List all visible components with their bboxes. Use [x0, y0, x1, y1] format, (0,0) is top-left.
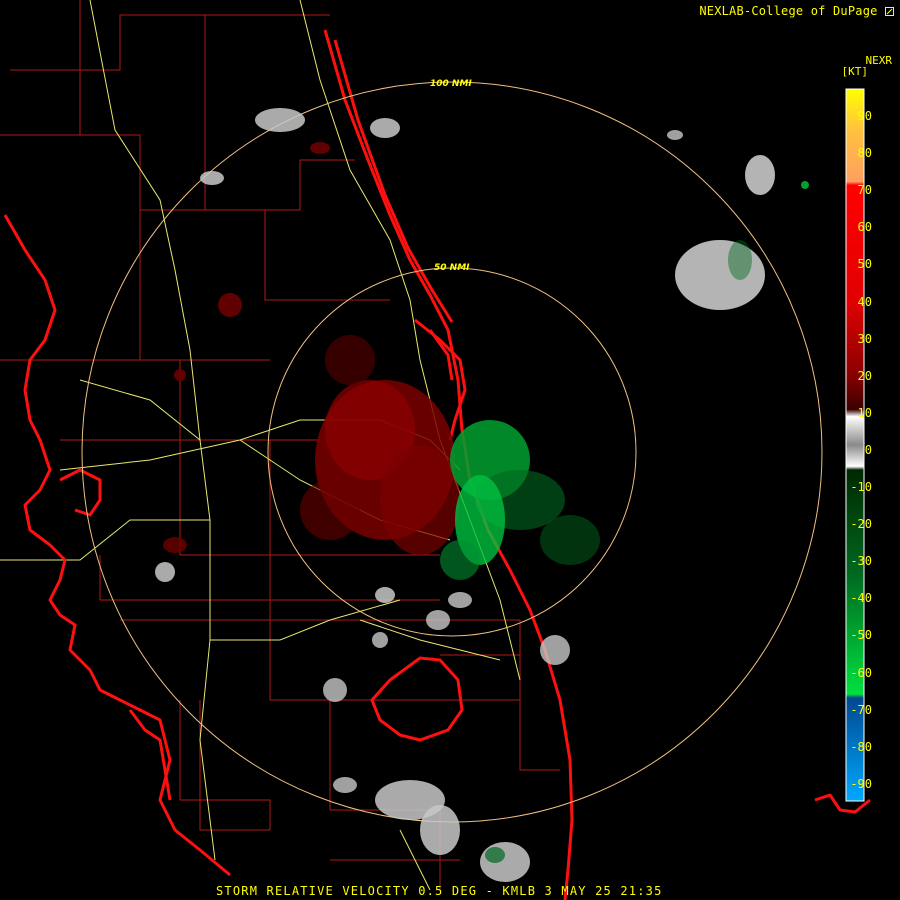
colorbar-tick-label: 60: [857, 220, 872, 235]
ring-label-100: 100 NMI: [430, 79, 472, 89]
colorbar-tick-label: 90: [857, 109, 872, 123]
colorbar-ticks: 90 80 70 60 50 40 30 20 10 0 -10 -20 -30 -40 -50 -60 -70…: [842, 0, 872, 900]
ring-label-50: 50 NMI: [434, 263, 470, 273]
colorbar-tick-label: -90: [850, 776, 872, 791]
colorbar-tick-label: -40: [850, 591, 872, 606]
colorbar-tick-label: 40: [857, 294, 872, 309]
colorbar-tick-label: -80: [850, 739, 872, 754]
colorbar-tick-label: 30: [857, 331, 872, 346]
colorbar-tick-label: 70: [857, 183, 872, 198]
colorbar-tick-label: -20: [850, 517, 872, 532]
colorbar-tick-label: -30: [850, 554, 872, 569]
radar-map[interactable]: 100 NMI 50 NMI: [0, 0, 900, 900]
colorbar-tick-label: 0: [864, 442, 872, 457]
colorbar-tick-label: -70: [850, 702, 872, 717]
colorbar-tick-label: -50: [850, 628, 872, 643]
cod-logo-icon: [885, 7, 894, 16]
colorbar-tick-label: -10: [850, 480, 872, 494]
colorbar-tick-label: 10: [857, 405, 872, 420]
colorbar-tick-label: 50: [857, 257, 872, 272]
colorbar-tick-label: 20: [857, 368, 872, 383]
footer-caption: STORM RELATIVE VELOCITY 0.5 DEG - KMLB 3…: [216, 884, 663, 898]
colorbar-tick-label: -60: [850, 665, 872, 680]
colorbar-tick-label: 80: [857, 146, 872, 161]
